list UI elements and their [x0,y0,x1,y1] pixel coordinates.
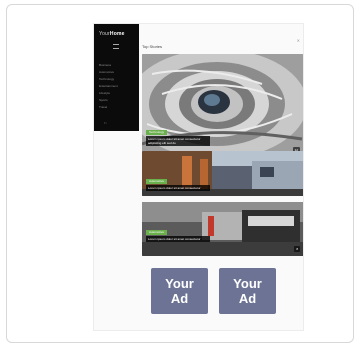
section-title: Top Stories [142,44,163,49]
ad-line1: Your [165,276,194,291]
nav-item[interactable]: Lifestyle [99,90,118,97]
social-icons[interactable]: f t [104,121,107,125]
ad-line1: Your [233,276,262,291]
comment-count-badge: 8 [294,246,300,252]
nav-item[interactable]: Sports [99,97,118,104]
close-icon[interactable]: ✕ [297,38,300,43]
nav-item[interactable]: Automotive [99,69,118,76]
sidebar: YourHome Business Automotive Technology … [94,24,139,131]
nav-item[interactable]: Business [99,62,118,69]
article-caption[interactable]: Lorem ipsum dolor sit amet consectetur [146,236,210,242]
ad-placeholder[interactable]: Your Ad [151,268,208,314]
article-card[interactable]: Automotive Lorem ipsum dolor sit amet co… [142,151,303,196]
site-logo[interactable]: YourHome [99,31,125,37]
article-caption[interactable]: Lorem ipsum dolor sit amet consectetur [146,185,210,191]
menu-icon[interactable] [113,44,119,49]
article-caption[interactable]: Lorem ipsum dolor sit amet consectetur a… [146,136,210,146]
ad-placeholder[interactable]: Your Ad [219,268,276,314]
article-tag[interactable]: Automotive [146,230,168,235]
ad-line2: Ad [170,291,189,306]
nav-item[interactable]: Travel [99,104,118,111]
article-tag[interactable]: Technology [146,130,168,135]
preview-frame: YourHome Business Automotive Technology … [6,4,354,343]
article-image-device [142,202,303,256]
article-card[interactable]: Automotive Lorem ipsum dolor sit amet co… [142,202,303,256]
logo-light-text: Your [99,31,110,37]
nav-item[interactable]: Entertainment [99,83,118,90]
logo-bold-text: Home [109,31,125,37]
sidebar-nav: Business Automotive Technology Entertain… [99,62,118,111]
article-tag[interactable]: Automotive [146,179,168,184]
article-card[interactable]: Technology Lorem ipsum dolor sit amet co… [142,54,303,157]
nav-item[interactable]: Technology [99,76,118,83]
ad-line2: Ad [238,291,257,306]
